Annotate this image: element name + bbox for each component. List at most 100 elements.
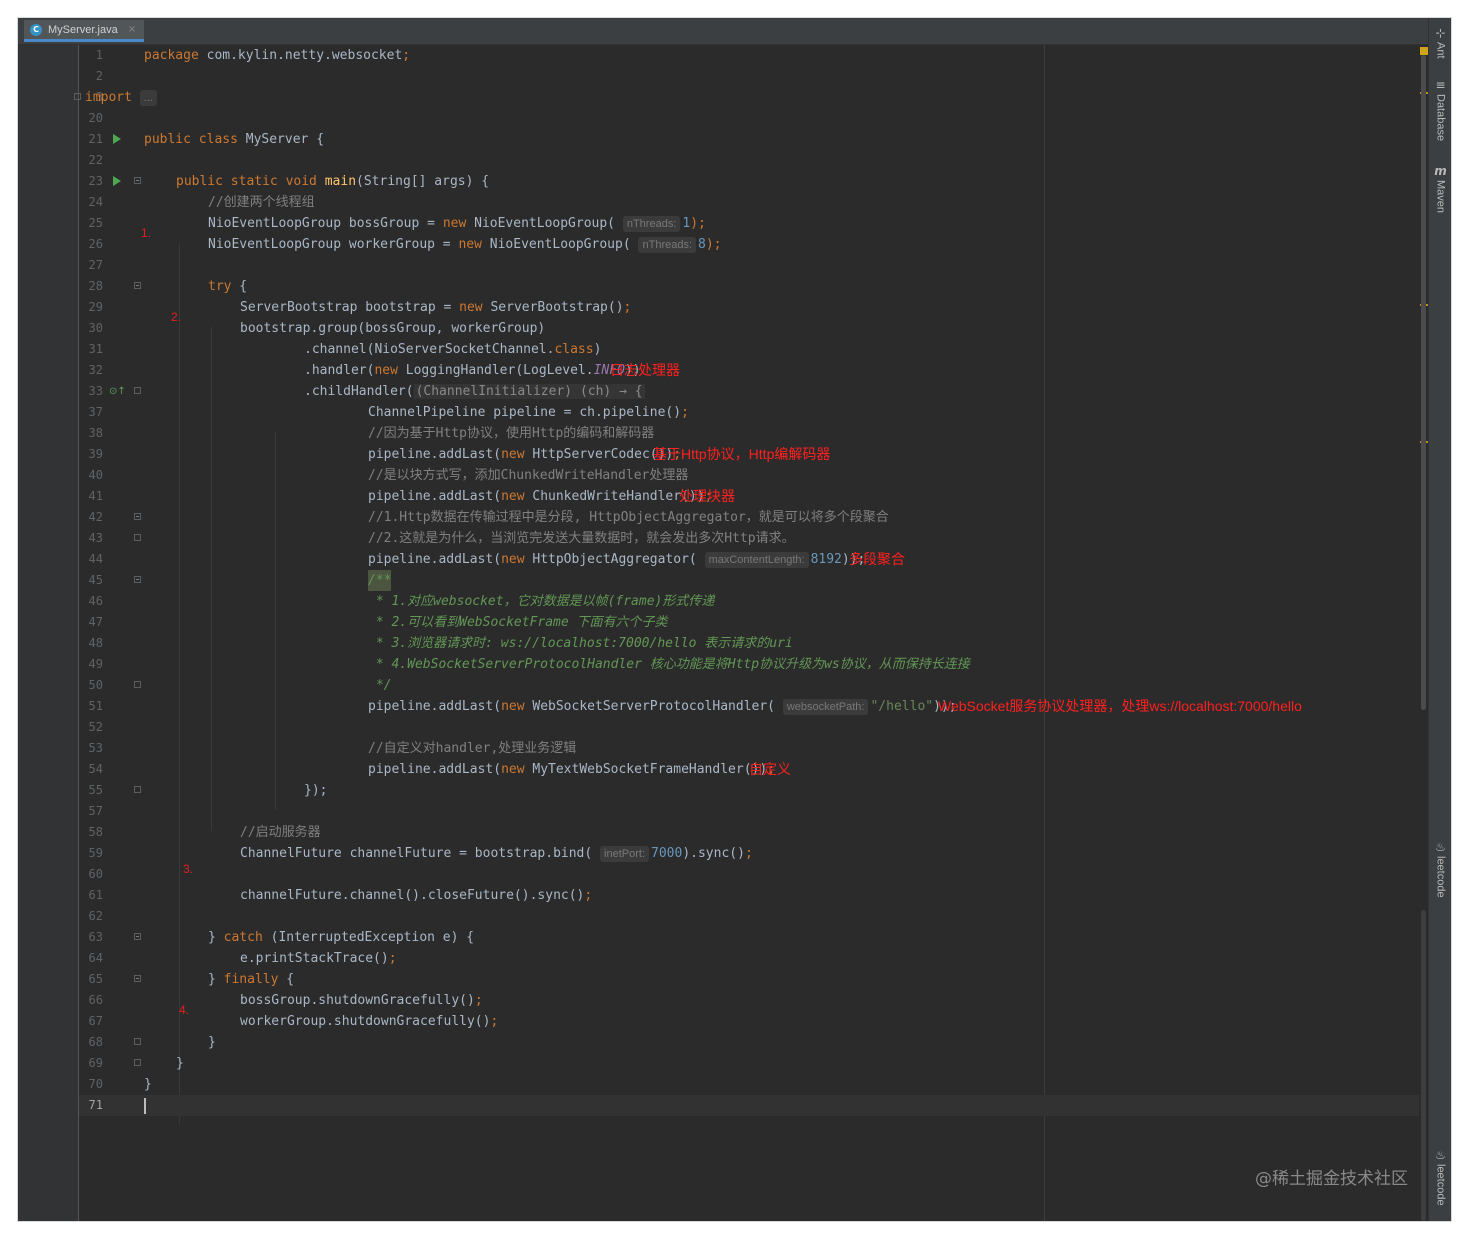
doc-comment: * 4.WebSocketServerProtocolHandler 核心功能是… (368, 657, 970, 672)
fold-icon[interactable] (134, 975, 141, 982)
code-line: 2 (79, 66, 1451, 87)
code-token: pipeline.addLast( (368, 762, 502, 777)
line-number: 57 (88, 804, 103, 818)
fold-icon[interactable] (134, 786, 141, 793)
fold-icon[interactable] (134, 1059, 141, 1066)
annotation-http-codec: 基于Http协议，Http编解码器 (653, 446, 831, 462)
code-text: import ... (85, 87, 159, 108)
override-icon[interactable]: ⊙↑ (109, 381, 126, 402)
keyword: import (85, 90, 132, 105)
line-number: 51 (88, 699, 103, 713)
line-number: 65 (88, 972, 103, 986)
keyword: public class (144, 132, 238, 147)
line-number: 32 (88, 363, 103, 377)
keyword: new (459, 300, 483, 315)
code-token: { (278, 972, 295, 987)
comment: //是以块方式写，添加ChunkedWriteHandler处理器 (368, 468, 689, 483)
sidebar-label: leetcode (1434, 856, 1447, 898)
code-text: } catch (InterruptedException e) { (208, 927, 474, 948)
fold-icon[interactable] (134, 1038, 141, 1045)
code-token: NioEventLoopGroup( (466, 216, 616, 231)
line-number: 31 (88, 342, 103, 356)
code-line: 51 pipeline.addLast(new WebSocketServerP… (79, 696, 1451, 717)
fold-icon[interactable] (134, 387, 141, 394)
code-line: 32 .handler(new LoggingHandler(LogLevel.… (79, 360, 1451, 381)
sidebar-item-leetcode-2[interactable]: ♨ leetcode (1429, 1148, 1451, 1206)
code-line: 62 (79, 906, 1451, 927)
code-line: 3 import ... (74, 87, 1451, 108)
folded-imports[interactable]: ... (139, 90, 157, 106)
line-number: 43 (88, 531, 103, 545)
code-line: 1 package com.kylin.netty.websocket; (79, 45, 1451, 66)
code-line: 39 pipeline.addLast(new HttpServerCodec(… (79, 444, 1451, 465)
line-number: 68 (88, 1035, 103, 1049)
code-token: ChunkedWriteHandler()) (524, 489, 705, 504)
annotation-logging-handler: 日志处理器 (610, 362, 680, 378)
code-text: bossGroup.shutdownGracefully(); (240, 990, 483, 1011)
fold-icon[interactable] (134, 933, 141, 940)
close-icon[interactable]: × (128, 24, 136, 35)
code-text: public static void main(String[] args) { (176, 171, 489, 192)
code-line: 68 } (79, 1032, 1451, 1053)
punct: ; (744, 846, 753, 861)
fold-icon[interactable] (134, 177, 141, 184)
code-line: 23 public static void main(String[] args… (79, 171, 1451, 192)
code-token: e.printStackTrace() (240, 951, 389, 966)
code-text: package com.kylin.netty.websocket; (144, 45, 410, 66)
code-token: .handler( (304, 363, 375, 378)
comment: //2.这就是为什么，当浏览完发送大量数据时，就会发出多次Http请求。 (368, 531, 795, 546)
run-icon[interactable] (113, 134, 121, 144)
code-text: ServerBootstrap bootstrap = new ServerBo… (240, 297, 631, 318)
line-number: 49 (88, 657, 103, 671)
error-stripe[interactable] (1419, 45, 1432, 1221)
sidebar-item-leetcode[interactable]: ♨ leetcode (1429, 840, 1451, 898)
sidebar-item-maven[interactable]: m Maven (1429, 164, 1451, 213)
run-icon[interactable] (113, 176, 121, 186)
line-number: 28 (88, 279, 103, 293)
fold-icon[interactable] (134, 513, 141, 520)
code-token: .childHandler( (304, 384, 414, 399)
code-text: } (144, 1077, 152, 1092)
keyword: catch (223, 930, 263, 945)
code-line: 65 } finally { (79, 969, 1451, 990)
code-line: 66 bossGroup.shutdownGracefully(); (79, 990, 1451, 1011)
number: 8 (698, 237, 706, 252)
database-icon: ≡ (1435, 78, 1446, 92)
keyword: new (501, 762, 525, 777)
line-number: 59 (88, 846, 103, 860)
code-token: HttpObjectAggregator( (524, 552, 697, 567)
param-hint: maxContentLength: (704, 552, 809, 568)
warning-indicator-icon[interactable] (1420, 47, 1428, 55)
leetcode-icon: ♨ (1435, 840, 1446, 854)
keyword: new (501, 699, 525, 714)
fold-icon[interactable] (134, 576, 141, 583)
code-text: pipeline.addLast(new ChunkedWriteHandler… (368, 486, 712, 507)
code-line: 55 }); (79, 780, 1451, 801)
keyword: finally (223, 972, 279, 987)
line-number: 63 (88, 930, 103, 944)
fold-icon[interactable] (134, 681, 141, 688)
line-number: 26 (88, 237, 103, 251)
fold-icon[interactable] (134, 534, 141, 541)
code-token: } (208, 972, 224, 987)
code-line: 20 (79, 108, 1451, 129)
scrollbar-thumb[interactable] (1421, 55, 1426, 710)
code-token: (InterruptedException e) { (262, 930, 475, 945)
code-text: pipeline.addLast(new WebSocketServerProt… (368, 699, 957, 715)
folded-lambda[interactable]: (ChannelInitializer) (ch) → { (413, 384, 645, 399)
sidebar-item-ant[interactable]: ⊹ Ant (1429, 26, 1451, 59)
code-text: try { (208, 276, 247, 297)
code-line: 48 * 3.浏览器请求时: ws://localhost:7000/hello… (79, 633, 1451, 654)
fold-icon[interactable] (74, 93, 81, 100)
sidebar-item-database[interactable]: ≡ Database (1429, 78, 1451, 141)
annotation-chunked-handler: 处理块器 (679, 488, 735, 504)
code-editor[interactable]: 1 package com.kylin.netty.websocket; 2 3… (74, 45, 1451, 1221)
code-line: 33 ⊙↑ .childHandler((ChannelInitializer)… (79, 381, 1451, 402)
line-number: 42 (88, 510, 103, 524)
tab-myserver-java[interactable]: C MyServer.java × (24, 20, 145, 42)
fold-icon[interactable] (134, 282, 141, 289)
scrollbar-track[interactable] (1421, 910, 1426, 1221)
line-number: 58 (88, 825, 103, 839)
code-line: 47 * 2.可以看到WebSocketFrame 下面有六个子类 (79, 612, 1451, 633)
line-number: 45 (88, 573, 103, 587)
